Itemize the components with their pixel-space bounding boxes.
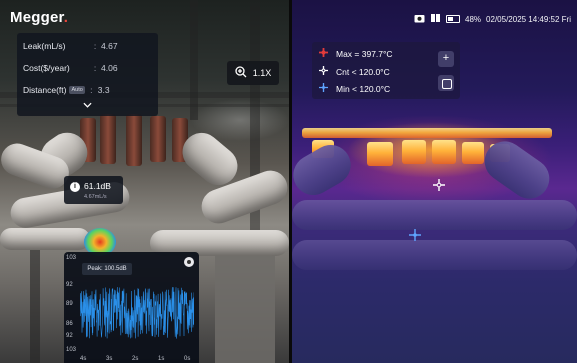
y-tick: 92	[66, 282, 73, 288]
temp-row-center: Cnt < 120.0°C	[319, 66, 390, 77]
metric-row-cost: Cost($/year) : 4.06	[23, 63, 118, 73]
datetime: 02/05/2025 14:49:52 Fri	[486, 14, 571, 24]
waveform-plot	[80, 287, 194, 339]
y-tick: 103	[66, 347, 77, 353]
max-temp: Max = 397.7°C	[336, 48, 393, 59]
min-temp: Min < 120.0°C	[336, 83, 391, 94]
leak-metrics-panel: Leak(mL/s) : 4.67 Cost($/year) : 4.06 Di…	[17, 33, 158, 116]
battery-percent: 48%	[465, 14, 482, 24]
info-icon: i	[70, 182, 80, 192]
metric-value: 4.67	[101, 41, 118, 51]
metric-label: Leak(mL/s)	[23, 41, 66, 51]
temperature-panel: Max = 397.7°C Cnt < 120.0°C Min < 120.0°…	[312, 42, 460, 99]
x-tick: 0s	[184, 356, 191, 362]
x-tick: 4s	[80, 356, 87, 362]
y-tick: 89	[66, 301, 73, 307]
thermal-camera-pane: 48% 02/05/2025 14:49:52 Fri Max = 397.7°…	[292, 0, 577, 363]
add-marker-button[interactable]: +	[438, 51, 454, 67]
acoustic-camera-pane: Megger. Leak(mL/s) : 4.67 Cost($/year) :…	[0, 0, 289, 363]
temp-row-max: Max = 397.7°C	[319, 48, 393, 59]
y-tick: 86	[66, 321, 73, 327]
x-tick: 1s	[158, 356, 165, 362]
detection-db: 61.1dB	[84, 181, 111, 191]
y-tick: 92	[66, 333, 73, 339]
sound-spectrum-panel: 103 92 89 86 92 103 Peak: 100.5dB 4s 3s …	[64, 252, 199, 363]
brand-logo: Megger.	[10, 9, 69, 26]
metric-label: Cost($/year)	[23, 63, 70, 73]
expand-chevron-icon[interactable]	[17, 101, 158, 113]
center-temp: Cnt < 120.0°C	[336, 66, 390, 77]
area-box-button[interactable]	[438, 75, 454, 91]
auto-badge[interactable]: Auto	[69, 86, 85, 94]
temp-row-min: Min < 120.0°C	[319, 83, 390, 94]
battery-icon	[446, 15, 461, 23]
peak-label: Peak: 100.5dB	[82, 263, 132, 275]
detection-rate: 4.67mL/s	[84, 194, 107, 200]
metric-row-leak: Leak(mL/s) : 4.67	[23, 41, 118, 51]
center-crosshair-icon	[433, 178, 445, 196]
zoom-in-icon	[235, 66, 247, 80]
detection-tag[interactable]: i 61.1dB 4.67mL/s	[64, 176, 123, 204]
waveform-line	[80, 287, 194, 339]
zoom-level: 1.1X	[252, 68, 272, 78]
record-icon[interactable]	[184, 257, 194, 267]
min-marker-icon	[319, 83, 328, 94]
book-icon[interactable]	[430, 13, 441, 25]
x-tick: 3s	[106, 356, 113, 362]
min-crosshair-icon	[409, 228, 421, 246]
metric-row-distance: Distance(ft) Auto : 3.3	[23, 85, 110, 95]
metric-label: Distance(ft)	[23, 85, 67, 95]
y-tick: 103	[66, 255, 77, 261]
x-tick: 2s	[132, 356, 139, 362]
metric-value: 3.3	[97, 85, 110, 95]
status-bar: 48% 02/05/2025 14:49:52 Fri	[414, 13, 571, 25]
max-marker-icon	[319, 48, 328, 59]
metric-value: 4.06	[101, 63, 118, 73]
camera-icon[interactable]	[414, 13, 425, 25]
zoom-button[interactable]: 1.1X	[227, 61, 279, 85]
center-marker-icon	[319, 66, 328, 77]
